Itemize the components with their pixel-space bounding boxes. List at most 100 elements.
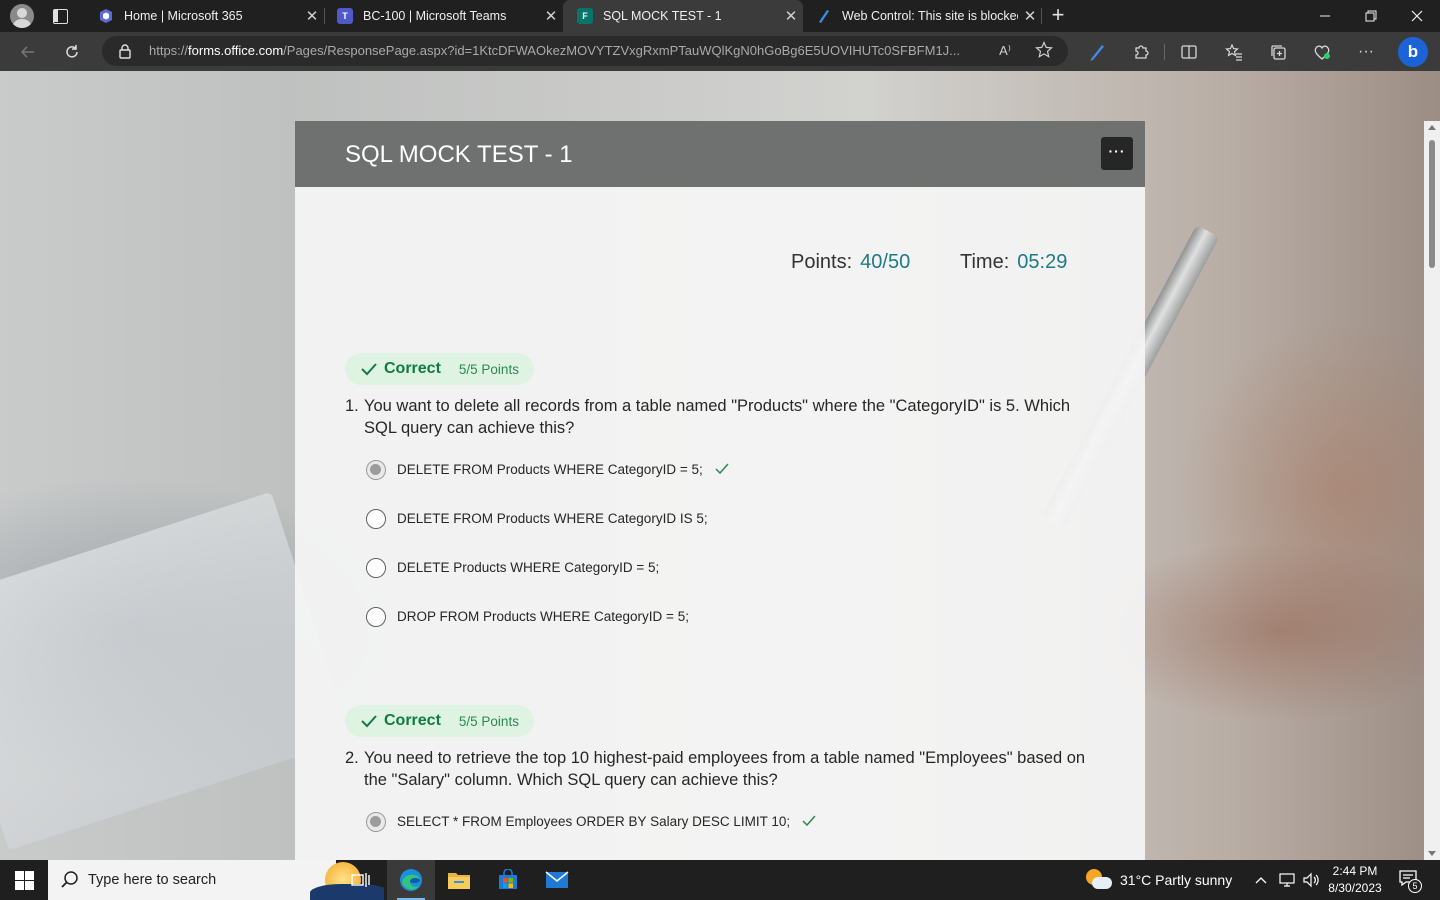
question-1: Correct 5/5 Points 1. You want to delete… bbox=[345, 353, 1095, 654]
clock-date: 8/30/2023 bbox=[1328, 881, 1382, 895]
network-icon[interactable] bbox=[1278, 860, 1296, 900]
tab-sql-mock-test[interactable]: F SQL MOCK TEST - 1 ✕ bbox=[563, 0, 803, 32]
answer-option[interactable]: SELECT * FROM Employees ORDER BY Salary … bbox=[345, 810, 1095, 859]
close-tab-icon[interactable]: ✕ bbox=[779, 7, 803, 25]
correct-check-icon bbox=[361, 715, 377, 728]
teams-icon: T bbox=[337, 8, 353, 24]
answer-option[interactable]: DELETE Products WHERE CategoryID = 5; bbox=[345, 556, 1095, 605]
tab-title: Home | Microsoft 365 bbox=[124, 9, 243, 23]
radio-button[interactable] bbox=[366, 558, 386, 578]
more-options-button[interactable]: ··· bbox=[1101, 137, 1133, 170]
tab-web-control[interactable]: Web Control: This site is blocked. ✕ bbox=[802, 0, 1042, 32]
radio-button-selected[interactable] bbox=[366, 812, 386, 832]
answer-option[interactable]: DELETE FROM Products WHERE CategoryID = … bbox=[345, 458, 1095, 507]
result-points: 5/5 Points bbox=[458, 713, 519, 729]
page-viewport: SQL MOCK TEST - 1 ··· Points: 40/50 Time:… bbox=[0, 71, 1440, 860]
forms-icon: F bbox=[577, 8, 593, 24]
mail-icon[interactable] bbox=[533, 860, 581, 900]
web-control-icon bbox=[816, 8, 832, 24]
points-value: 40/50 bbox=[860, 251, 911, 273]
radio-button-selected[interactable] bbox=[366, 460, 386, 480]
question-text: 1. You want to delete all records from a… bbox=[345, 397, 1071, 437]
refresh-button[interactable] bbox=[58, 38, 86, 66]
minimize-button[interactable] bbox=[1302, 0, 1348, 32]
scroll-up-arrow-icon[interactable] bbox=[1428, 125, 1436, 130]
answer-options: SELECT * FROM Employees ORDER BY Salary … bbox=[345, 810, 1095, 859]
search-icon bbox=[61, 871, 78, 888]
split-screen-icon[interactable] bbox=[1177, 40, 1201, 64]
result-points: 5/5 Points bbox=[458, 361, 519, 377]
tab-teams[interactable]: T BC-100 | Microsoft Teams ✕ bbox=[323, 0, 563, 32]
tab-actions-icon[interactable] bbox=[50, 6, 70, 26]
close-window-button[interactable] bbox=[1394, 0, 1440, 32]
points-summary: Points: 40/50 bbox=[791, 251, 910, 274]
result-badge: Correct 5/5 Points bbox=[345, 705, 534, 737]
scrollbar-thumb[interactable] bbox=[1429, 140, 1435, 268]
read-aloud-icon[interactable]: A⁾ bbox=[994, 41, 1016, 61]
restore-button[interactable] bbox=[1348, 0, 1394, 32]
back-button[interactable] bbox=[14, 38, 42, 66]
address-bar[interactable]: https://forms.office.com/Pages/ResponseP… bbox=[102, 36, 1068, 66]
volume-icon[interactable] bbox=[1302, 860, 1320, 900]
taskbar-search-box[interactable]: Type here to search bbox=[48, 860, 384, 900]
new-tab-button[interactable]: + bbox=[1046, 4, 1070, 28]
clock-time: 2:44 PM bbox=[1332, 864, 1378, 878]
browser-tab-strip: Home | Microsoft 365 ✕ T BC-100 | Micros… bbox=[0, 0, 1440, 32]
time-label: Time: bbox=[960, 251, 1010, 273]
close-tab-icon[interactable]: ✕ bbox=[539, 7, 563, 25]
partly-sunny-icon bbox=[1086, 869, 1112, 891]
time-summary: Time: 05:29 bbox=[960, 251, 1067, 274]
tab-title: BC-100 | Microsoft Teams bbox=[363, 9, 507, 23]
microsoft-store-icon[interactable] bbox=[484, 860, 532, 900]
close-tab-icon[interactable]: ✕ bbox=[300, 7, 324, 25]
tab-title: Web Control: This site is blocked. bbox=[842, 9, 1018, 23]
option-text: SELECT * FROM Employees ORDER BY Salary … bbox=[397, 814, 791, 829]
extensions-icon[interactable] bbox=[1129, 40, 1153, 64]
form-header: SQL MOCK TEST - 1 ··· bbox=[295, 121, 1145, 187]
search-placeholder: Type here to search bbox=[88, 872, 217, 888]
page-scrollbar[interactable] bbox=[1424, 121, 1440, 860]
radio-button[interactable] bbox=[366, 509, 386, 529]
option-text: DELETE FROM Products WHERE CategoryID IS… bbox=[397, 511, 708, 526]
option-text: DELETE Products WHERE CategoryID = 5; bbox=[397, 560, 660, 575]
result-badge: Correct 5/5 Points bbox=[345, 353, 534, 385]
answer-option[interactable]: DROP FROM Products WHERE CategoryID = 5; bbox=[345, 605, 1095, 654]
lock-icon[interactable] bbox=[118, 43, 132, 64]
profile-avatar-icon[interactable] bbox=[10, 4, 34, 28]
points-label: Points: bbox=[791, 251, 853, 273]
correct-answer-check-icon bbox=[715, 463, 729, 475]
question-number: 2. bbox=[345, 749, 359, 767]
edge-icon[interactable] bbox=[387, 860, 435, 900]
windows-start-icon[interactable] bbox=[15, 871, 34, 890]
copilot-pen-icon[interactable] bbox=[1085, 40, 1109, 64]
favorites-icon[interactable] bbox=[1222, 40, 1246, 64]
form-card: SQL MOCK TEST - 1 ··· Points: 40/50 Time:… bbox=[295, 121, 1145, 860]
task-view-icon[interactable] bbox=[336, 860, 384, 900]
show-hidden-icons-chevron-icon[interactable] bbox=[1254, 860, 1268, 900]
tab-microsoft-365[interactable]: Home | Microsoft 365 ✕ bbox=[84, 0, 324, 32]
close-tab-icon[interactable]: ✕ bbox=[1018, 7, 1042, 25]
url-text[interactable]: https://forms.office.com/Pages/ResponseP… bbox=[149, 43, 989, 58]
result-status: Correct bbox=[384, 712, 441, 729]
answer-options: DELETE FROM Products WHERE CategoryID = … bbox=[345, 458, 1095, 654]
collections-icon[interactable] bbox=[1266, 40, 1290, 64]
settings-more-icon[interactable]: ··· bbox=[1354, 40, 1378, 64]
bing-copilot-icon[interactable]: b bbox=[1398, 37, 1428, 67]
answer-option[interactable]: DELETE FROM Products WHERE CategoryID IS… bbox=[345, 507, 1095, 556]
notification-count: 5 bbox=[1408, 879, 1422, 893]
notification-center-icon[interactable]: 5 bbox=[1398, 869, 1422, 893]
form-title: SQL MOCK TEST - 1 bbox=[345, 141, 573, 168]
file-explorer-icon[interactable] bbox=[435, 860, 483, 900]
result-status: Correct bbox=[384, 360, 441, 377]
taskbar-clock[interactable]: 2:44 PM 8/30/2023 bbox=[1326, 863, 1384, 897]
option-text: DROP FROM Products WHERE CategoryID = 5; bbox=[397, 609, 689, 624]
windows-taskbar: Type here to search 31°C Partly sunny 2:… bbox=[0, 860, 1440, 900]
favorite-star-icon[interactable] bbox=[1033, 41, 1055, 61]
weather-widget[interactable]: 31°C Partly sunny bbox=[1086, 860, 1232, 900]
question-2: Correct 5/5 Points 2. You need to retrie… bbox=[345, 705, 1095, 859]
option-text: DELETE FROM Products WHERE CategoryID = … bbox=[397, 462, 703, 477]
scroll-down-arrow-icon[interactable] bbox=[1428, 851, 1436, 856]
browser-toolbar: https://forms.office.com/Pages/ResponseP… bbox=[0, 32, 1440, 71]
radio-button[interactable] bbox=[366, 607, 386, 627]
browser-essentials-icon[interactable] bbox=[1310, 40, 1334, 64]
